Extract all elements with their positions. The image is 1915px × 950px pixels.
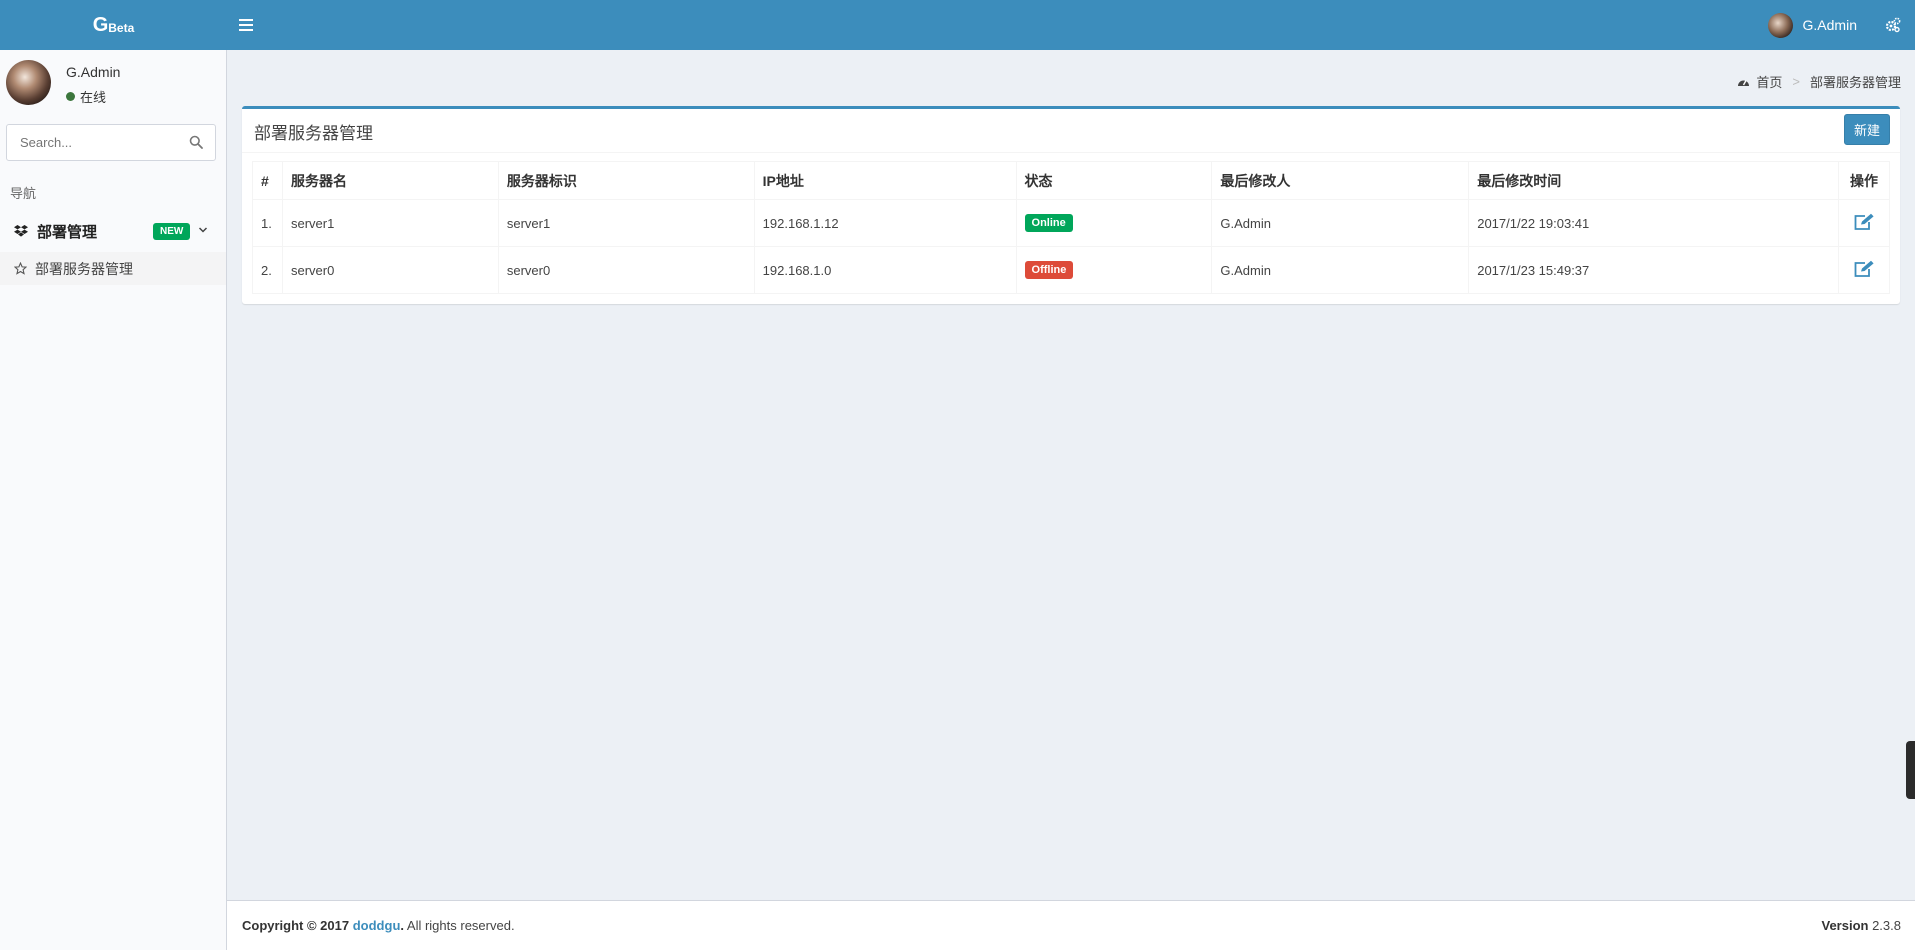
status-badge: Offline bbox=[1024, 261, 1074, 279]
table-row: 1. server1 server1 192.168.1.12 Online G… bbox=[252, 199, 1891, 247]
breadcrumb-current: 部署服务器管理 bbox=[1809, 75, 1901, 90]
server-id: server1 bbox=[497, 199, 755, 247]
new-badge: NEW bbox=[153, 223, 191, 240]
sidebar-toggle-button[interactable] bbox=[233, 12, 259, 38]
server-table: # 服务器名 服务器标识 IP地址 状态 最后修改人 最后修改时间 操作 1. … bbox=[252, 161, 1891, 294]
box-title: 部署服务器管理 bbox=[254, 124, 373, 143]
status-badge: Online bbox=[1024, 214, 1073, 232]
footer: Copyright © 2017 doddgu. All rights rese… bbox=[227, 900, 1915, 950]
sidebar-username: G.Admin bbox=[66, 64, 121, 80]
edit-button[interactable] bbox=[1853, 213, 1875, 231]
box-header: 部署服务器管理 新建 bbox=[242, 109, 1900, 153]
column-header: 操作 bbox=[1837, 161, 1891, 200]
breadcrumb-separator: > bbox=[1792, 74, 1800, 89]
column-header: IP地址 bbox=[753, 161, 1017, 200]
server-management-box: 部署服务器管理 新建 # 服务器名 服务器标识 IP地址 状态 最后修改人 最后… bbox=[242, 106, 1900, 304]
sidebar-item-server-management[interactable]: 部署服务器管理 bbox=[0, 252, 226, 285]
column-header: # bbox=[252, 161, 283, 200]
search-input[interactable] bbox=[7, 125, 182, 160]
dropbox-icon bbox=[14, 225, 28, 237]
sidebar-item-deploy[interactable]: 部署管理 NEW bbox=[0, 212, 226, 250]
settings-button[interactable] bbox=[1881, 13, 1905, 37]
last-modifier: G.Admin bbox=[1211, 246, 1470, 294]
menu-icon bbox=[239, 19, 253, 31]
author-link[interactable]: doddgu bbox=[353, 918, 401, 933]
dashboard-icon bbox=[1738, 80, 1750, 86]
last-modifier: G.Admin bbox=[1211, 199, 1470, 247]
new-button[interactable]: 新建 bbox=[1844, 114, 1890, 145]
search-box bbox=[6, 124, 216, 161]
breadcrumb-home-link[interactable]: 首页 bbox=[1756, 72, 1782, 91]
column-header: 最后修改时间 bbox=[1468, 161, 1839, 200]
header-username: G.Admin bbox=[1802, 17, 1857, 33]
user-panel: G.Admin 在线 bbox=[0, 50, 226, 115]
header-user-menu[interactable]: G.Admin bbox=[1767, 0, 1857, 50]
operations-cell bbox=[1837, 199, 1891, 247]
table-header-row: # 服务器名 服务器标识 IP地址 状态 最后修改人 最后修改时间 操作 bbox=[252, 161, 1891, 200]
copyright-prefix: Copyright © 2017 bbox=[242, 918, 350, 933]
chevron-down-icon bbox=[198, 227, 208, 233]
side-widget-handle[interactable] bbox=[1906, 741, 1915, 799]
edit-button[interactable] bbox=[1853, 260, 1875, 278]
edit-icon bbox=[1854, 260, 1874, 277]
server-name: server1 bbox=[281, 199, 499, 247]
version-label: Version bbox=[1821, 918, 1869, 933]
ip-address: 192.168.1.12 bbox=[753, 199, 1017, 247]
logo-main: G bbox=[92, 13, 109, 36]
avatar bbox=[1767, 12, 1793, 38]
status-dot-icon bbox=[66, 92, 75, 101]
version-number: 2.3.8 bbox=[1872, 918, 1901, 933]
server-id: server0 bbox=[497, 246, 755, 294]
gear-icon bbox=[1885, 17, 1901, 33]
server-name: server0 bbox=[281, 246, 499, 294]
version-info: Version 2.3.8 bbox=[1821, 918, 1901, 933]
avatar bbox=[6, 60, 51, 105]
logo-sub: Beta bbox=[108, 21, 135, 35]
column-header: 最后修改人 bbox=[1211, 161, 1470, 200]
copyright: Copyright © 2017 doddgu. All rights rese… bbox=[242, 918, 515, 933]
search-icon bbox=[189, 135, 203, 149]
column-header: 服务器名 bbox=[281, 161, 499, 200]
status-cell: Offline bbox=[1015, 246, 1213, 294]
user-status: 在线 bbox=[66, 87, 106, 106]
last-modified-time: 2017/1/22 19:03:41 bbox=[1468, 199, 1839, 247]
column-header: 状态 bbox=[1015, 161, 1213, 200]
table-row: 2. server0 server0 192.168.1.0 Offline G… bbox=[252, 246, 1891, 294]
star-icon bbox=[14, 262, 27, 275]
operations-cell bbox=[1837, 246, 1891, 294]
sidebar: G.Admin 在线 导航 部署管理 NEW bbox=[0, 50, 227, 950]
user-status-text: 在线 bbox=[80, 90, 107, 105]
row-index: 2. bbox=[252, 246, 283, 294]
copyright-suffix: All rights reserved. bbox=[404, 918, 515, 933]
breadcrumb: 首页 > 部署服务器管理 bbox=[1737, 72, 1901, 91]
search-button[interactable] bbox=[189, 135, 203, 152]
nav-header: 导航 bbox=[10, 186, 37, 201]
ip-address: 192.168.1.0 bbox=[753, 246, 1017, 294]
row-index: 1. bbox=[252, 199, 283, 247]
column-header: 服务器标识 bbox=[497, 161, 755, 200]
status-cell: Online bbox=[1015, 199, 1213, 247]
sidebar-item-label: 部署管理 bbox=[37, 223, 98, 241]
edit-icon bbox=[1854, 213, 1874, 230]
top-header: G Beta G.Admin bbox=[0, 0, 1915, 50]
last-modified-time: 2017/1/23 15:49:37 bbox=[1468, 246, 1839, 294]
sidebar-subitem-label: 部署服务器管理 bbox=[35, 260, 133, 277]
logo[interactable]: G Beta bbox=[0, 0, 227, 50]
